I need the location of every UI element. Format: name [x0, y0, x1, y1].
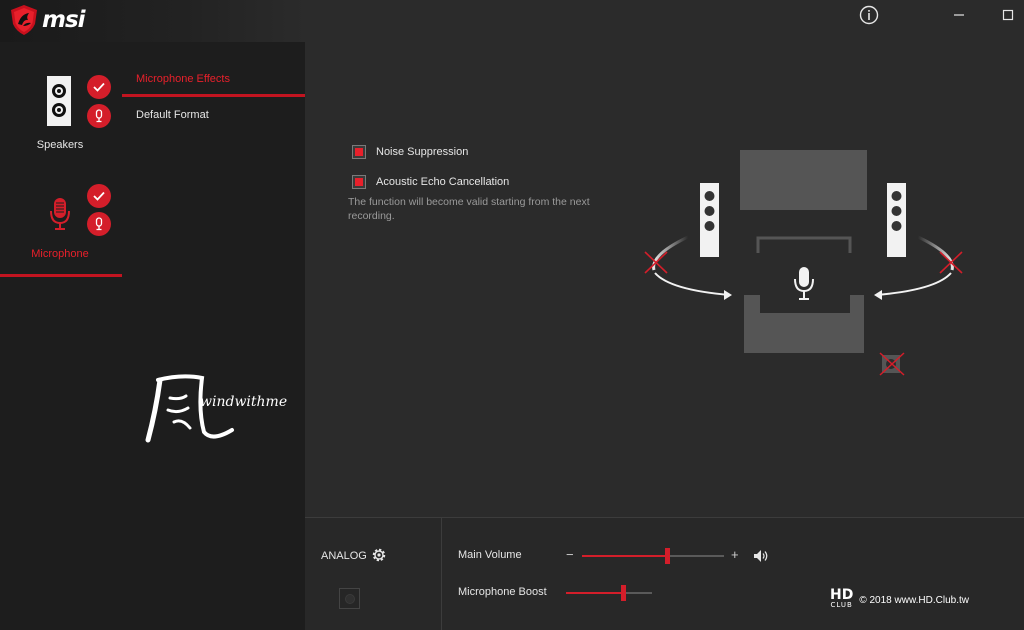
desk-microphone-icon — [794, 267, 814, 300]
gear-icon — [372, 548, 386, 562]
noise-suppression-label: Noise Suppression — [376, 146, 469, 158]
effects-note: The function will become valid starting … — [348, 196, 590, 222]
microphone-icon — [50, 198, 70, 230]
echo-cancellation-illustration — [644, 150, 963, 376]
hdclub-logo-bottom: CLUB — [830, 601, 853, 609]
bottom-divider — [441, 517, 442, 630]
option-noise-suppression[interactable]: Noise Suppression — [352, 145, 468, 159]
msi-logo: msi — [10, 4, 86, 36]
maximize-icon — [1002, 9, 1014, 21]
speaker-volume-icon — [754, 550, 768, 562]
mic-boost-fill — [566, 592, 623, 594]
main-volume-fill — [582, 555, 668, 557]
right-speaker-icon — [887, 183, 906, 257]
bottom-panel — [305, 517, 1024, 630]
menu-item-microphone-effects[interactable]: Microphone Effects — [122, 64, 305, 97]
menu-item-default-format[interactable]: Default Format — [122, 100, 305, 130]
default-device-check-icon[interactable] — [87, 184, 111, 208]
settings-menu: Microphone Effects Default Format — [122, 42, 305, 630]
noise-suppression-checkbox[interactable] — [352, 145, 366, 159]
device-microphone[interactable]: Microphone — [0, 182, 122, 277]
right-echo-arrow — [875, 272, 952, 296]
device-label-speakers: Speakers — [36, 139, 84, 151]
monitor-shape — [740, 150, 867, 210]
main-volume-thumb[interactable] — [665, 548, 671, 564]
volume-increase-button[interactable]: + — [731, 547, 739, 562]
left-cross-icon — [644, 251, 668, 274]
dragon-shield-icon — [11, 5, 37, 35]
minimize-button[interactable] — [950, 4, 968, 26]
hdclub-logo: HD CLUB — [830, 588, 853, 610]
desk-shape — [756, 236, 852, 253]
laptop-shape — [744, 295, 864, 353]
mic-boost-thumb[interactable] — [620, 585, 626, 601]
option-acoustic-echo-cancellation[interactable]: Acoustic Echo Cancellation — [352, 175, 509, 189]
left-speaker-icon — [700, 183, 719, 257]
default-device-check-icon[interactable] — [87, 75, 111, 99]
device-label-microphone: Microphone — [31, 248, 89, 260]
right-cross-icon — [939, 251, 963, 274]
volume-decrease-button[interactable]: − — [566, 547, 574, 562]
mic-boost-slider[interactable] — [566, 585, 652, 601]
info-icon — [859, 5, 879, 25]
info-button[interactable] — [858, 4, 880, 26]
minimize-icon — [954, 14, 964, 16]
left-echo-arrow — [654, 272, 731, 296]
echo-cancellation-checkbox[interactable] — [352, 175, 366, 189]
device-speakers[interactable]: Speakers — [0, 70, 122, 166]
echo-cancellation-label: Acoustic Echo Cancellation — [376, 176, 510, 188]
analog-jack-icon — [339, 588, 360, 609]
muted-speaker-icon — [879, 352, 905, 376]
main-volume-label: Main Volume — [458, 549, 522, 561]
speaker-icon — [47, 76, 71, 126]
connector-label: ANALOG — [321, 550, 367, 562]
watermark: windwithme — [142, 370, 312, 450]
brand-name: msi — [42, 7, 86, 33]
default-communication-mic-icon[interactable] — [87, 212, 111, 236]
header-bar: msi — [0, 0, 305, 42]
connector-settings-button[interactable] — [371, 547, 387, 566]
main-volume-slider[interactable] — [582, 548, 724, 564]
watermark-text: windwithme — [200, 394, 288, 410]
credit-text: © 2018 www.HD.Club.tw — [859, 594, 969, 606]
maximize-button[interactable] — [999, 4, 1017, 26]
default-communication-mic-icon[interactable] — [87, 104, 111, 128]
mic-boost-label: Microphone Boost — [458, 586, 547, 598]
speaker-volume-button[interactable] — [753, 549, 769, 566]
hdclub-credit: HD CLUB © 2018 www.HD.Club.tw — [830, 588, 969, 610]
